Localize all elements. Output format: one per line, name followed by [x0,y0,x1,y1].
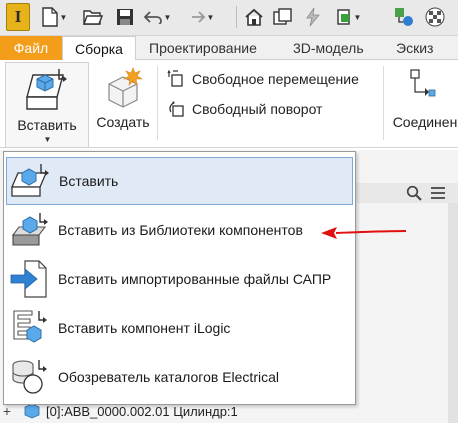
create-label: Создать [96,114,150,130]
ilogic-icon [395,8,413,26]
browser-search-icon[interactable] [406,185,422,204]
projects-icon [273,8,292,25]
update-lightning-icon [306,7,320,27]
menu-item-insert-from-content-center[interactable]: Вставить из Библиотеки компонентов [6,206,353,254]
electrical-catalog-icon [8,357,52,397]
menu-item-insert-ilogic-component[interactable]: Вставить компонент iLogic [6,304,353,352]
open-button[interactable] [82,6,104,28]
tab-3d-model[interactable]: 3D-модель [293,36,364,60]
update-button[interactable] [302,6,324,28]
open-folder-icon [83,10,103,25]
save-button[interactable] [114,6,136,28]
ribbon-tabs: Файл Сборка Проектирование 3D-модель Эск… [0,36,458,61]
insert-dropdown-icon[interactable]: ▼ [44,135,52,144]
select-filter-button[interactable]: ▼ [332,6,364,28]
joint-icon [410,69,436,97]
content-center-icon [8,210,52,250]
free-move-button[interactable]: Свободное перемещение [166,68,359,90]
undo-button[interactable]: ▼ [142,6,172,28]
insert-component-icon [26,69,67,110]
projects-button[interactable] [272,6,294,28]
browser-scrollbar[interactable] [448,203,458,423]
tab-file[interactable]: Файл [0,36,62,60]
create-button[interactable]: Создать [92,62,154,130]
annotation-arrow-icon [321,227,407,239]
select-component-icon [336,9,350,25]
undo-icon [143,11,162,24]
redo-button[interactable]: ▼ [185,6,215,28]
insert-dropdown-menu: Вставить Вставить из Библиотеки компонен… [3,151,356,405]
application-menu-button[interactable]: I [6,3,30,31]
tab-sketch[interactable]: Эскиз [396,36,433,60]
menu-item-insert-imported-cad[interactable]: Вставить импортированные файлы САПР [6,255,353,303]
home-view-button[interactable] [243,6,265,28]
create-component-icon [108,67,144,108]
ribbon-panel: Вставить ▼ Создать Свободное перемещение… [0,60,458,148]
ilogic-button[interactable] [393,6,415,28]
save-icon [117,9,133,25]
component-icon [24,403,40,419]
insert-split-button[interactable]: Вставить ▼ [5,62,89,148]
tab-assembly[interactable]: Сборка [62,36,136,61]
home-icon [245,8,263,26]
free-move-icon [166,69,186,89]
free-rotate-icon [166,99,186,119]
free-rotate-button[interactable]: Свободный поворот [166,98,322,120]
ilogic-component-icon [8,308,52,348]
new-file-icon [41,7,58,27]
appearance-button[interactable] [423,6,447,28]
connect-button[interactable]: Соединен [388,62,458,130]
redo-icon [191,11,205,23]
new-file-button[interactable]: ▼ [40,6,68,28]
material-sphere-icon [425,7,445,27]
quick-access-toolbar: I ▼ ▼ ▼ ▼ [0,0,458,36]
tree-expand-icon[interactable]: + [0,403,14,419]
browser-menu-icon[interactable] [431,186,445,202]
menu-item-electrical-catalog-browser[interactable]: Обозреватель каталогов Electrical [6,353,353,401]
tab-design[interactable]: Проектирование [149,36,257,60]
insert-component-icon [9,161,53,201]
menu-item-insert[interactable]: Вставить [6,157,353,205]
import-cad-icon [8,259,52,299]
insert-label: Вставить [17,117,77,133]
connect-label: Соединен [392,114,458,130]
